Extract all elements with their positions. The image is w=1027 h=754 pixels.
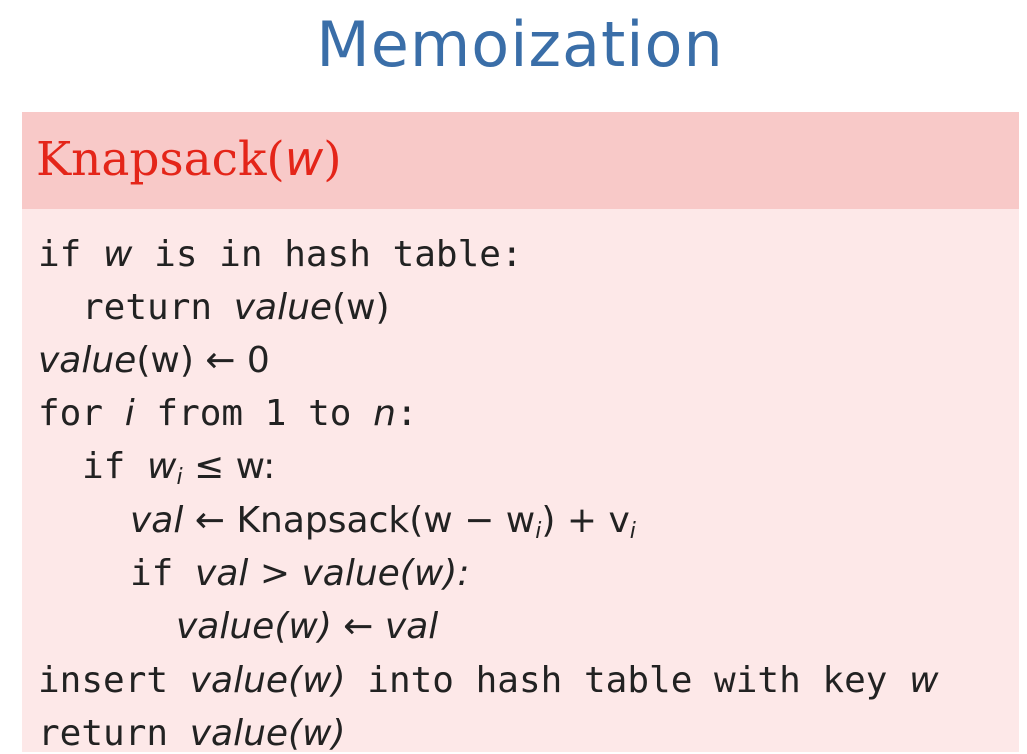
code-math: ← [183,500,237,541]
block-title-var: w [284,132,324,187]
block-title-func: Knapsack( [36,132,285,187]
code-text: from 1 to [134,393,374,434]
code-text: : [395,393,418,434]
code-keyword: insert [38,660,190,701]
code-math: (w) ← 0 [136,340,270,381]
code-math: value [233,287,333,328]
code-var: w [103,234,133,275]
code-math: ) + v [541,500,630,541]
code-keyword: return [38,713,190,754]
block-title: Knapsack(w) [36,132,342,187]
code-math: value(w) [189,713,346,754]
code-math: value [38,340,137,381]
code-line-7: if val > value(w): [130,555,469,592]
code-line-5: if wi ≤ w: [82,448,275,489]
code-line-8: value(w) ← val [176,608,438,645]
code-line-6: val ← Knapsack(w − wi) + vi [130,502,636,543]
code-keyword: if [130,553,196,594]
code-math: ≤ w: [182,446,276,487]
code-math: (w − w [409,500,536,541]
code-line-1: if w is in hash table: [38,236,523,273]
block-title-close: ) [323,132,342,187]
code-keyword: return [82,287,234,328]
code-line-3: value(w) ← 0 [38,342,270,379]
code-math: val > value(w): [195,553,470,594]
code-text: is in hash table: [132,234,523,275]
code-keyword: for [38,393,125,434]
code-line-10: return value(w) [38,715,346,752]
code-line-2: return value(w) [82,289,390,326]
code-var: val [130,500,184,541]
code-math: value(w) [189,660,346,701]
code-math: value(w) ← val [176,606,439,647]
code-var: w [147,446,177,487]
code-keyword: if [82,446,148,487]
code-keyword: if [38,234,104,275]
code-func: Knapsack [236,500,410,541]
code-var: i [124,393,135,434]
code-text: into hash table with key [345,660,910,701]
code-line-9: insert value(w) into hash table with key… [38,662,939,699]
code-line-4: for i from 1 to n: [38,395,418,432]
code-math: (w) [332,287,390,328]
code-var: w [909,660,939,701]
block-header: Knapsack(w) [22,112,1019,209]
code-var: n [373,393,396,434]
slide-title: Memoization [316,8,724,81]
code-subscript: i [629,519,636,544]
